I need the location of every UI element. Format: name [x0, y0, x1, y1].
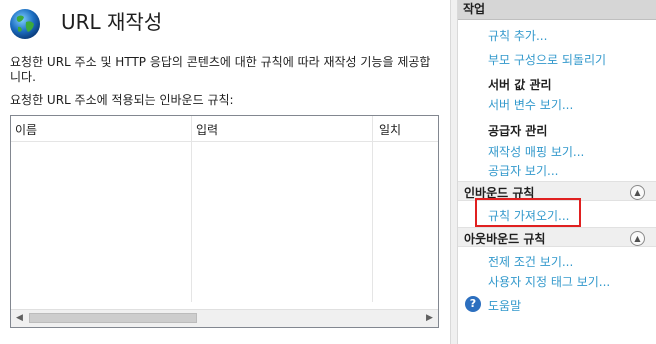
collapse-outbound-icon[interactable]: ▲	[630, 231, 645, 246]
column-header-name[interactable]: 이름	[11, 116, 191, 304]
providers-group: 공급자 관리	[488, 124, 548, 138]
globe-icon	[10, 9, 40, 39]
outbound-rules-section-label: 아웃바운드 규칙	[464, 232, 546, 246]
help-icon[interactable]: ?	[465, 296, 481, 312]
server-variables-group: 서버 값 관리	[488, 78, 552, 92]
page-description: 요청한 URL 주소 및 HTTP 응답의 콘텐츠에 대한 규칙에 따라 재작성…	[10, 55, 431, 84]
highlight-box	[475, 198, 581, 227]
pane-splitter[interactable]	[450, 0, 458, 344]
view-preconditions-link[interactable]: 전제 조건 보기...	[488, 253, 573, 270]
rules-grid[interactable]: 이름 입력 일치 ◀ ▶	[10, 115, 439, 328]
page-title: URL 재작성	[61, 10, 163, 34]
actions-header: 작업	[458, 0, 656, 20]
scroll-left-icon[interactable]: ◀	[11, 310, 28, 327]
actions-pane: 작업 규칙 추가... 부모 구성으로 되돌리기 서버 값 관리 서버 변수 보…	[458, 0, 656, 344]
inbound-rules-label: 요청한 URL 주소에 적용되는 인바운드 규칙:	[10, 93, 234, 107]
view-rewrite-maps-link[interactable]: 재작성 매핑 보기...	[488, 143, 584, 160]
outbound-rules-section[interactable]: 아웃바운드 규칙 ▲	[458, 227, 656, 247]
column-header-match[interactable]: 일치	[373, 116, 439, 304]
scroll-right-icon[interactable]: ▶	[421, 310, 438, 327]
horizontal-scrollbar[interactable]: ◀ ▶	[11, 309, 438, 327]
help-link[interactable]: 도움말	[488, 297, 521, 314]
view-providers-link[interactable]: 공급자 보기...	[488, 162, 558, 179]
view-server-variables-link[interactable]: 서버 변수 보기...	[488, 96, 573, 113]
column-header-input[interactable]: 입력	[192, 116, 372, 304]
revert-to-parent-link[interactable]: 부모 구성으로 되돌리기	[488, 51, 606, 68]
add-rule-link[interactable]: 규칙 추가...	[488, 27, 547, 44]
scroll-thumb[interactable]	[29, 313, 197, 323]
view-custom-tags-link[interactable]: 사용자 지정 태그 보기...	[488, 273, 610, 290]
collapse-inbound-icon[interactable]: ▲	[630, 185, 645, 200]
main-pane: URL 재작성 요청한 URL 주소 및 HTTP 응답의 콘텐츠에 대한 규칙…	[0, 0, 450, 344]
